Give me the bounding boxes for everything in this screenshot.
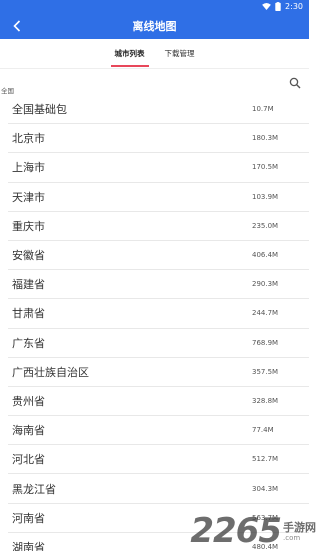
city-row[interactable]: 黑龙江省 304.3M <box>8 474 309 503</box>
city-size: 244.7M <box>252 309 278 317</box>
city-name: 河北省 <box>8 451 248 467</box>
city-name: 海南省 <box>8 422 248 438</box>
city-row[interactable]: 广东省 768.9M <box>8 329 309 358</box>
city-row[interactable]: 重庆市 235.0M <box>8 212 309 241</box>
city-row[interactable]: 安徽省 406.4M <box>8 241 309 270</box>
city-size: 290.3M <box>252 280 278 288</box>
city-row[interactable]: 湖南省480.4M <box>8 533 309 551</box>
city-size: 328.8M <box>252 397 278 405</box>
city-size: 563.7M <box>252 514 278 522</box>
city-name: 上海市 <box>8 159 248 175</box>
city-size: 10.7M <box>252 105 274 113</box>
city-name: 重庆市 <box>8 218 248 234</box>
city-list: 全国基础包 10.7M 北京市 180.3M 上海市 170.5M 天津市 103.9M 重庆市… <box>0 95 309 551</box>
city-size: 304.3M <box>252 485 278 493</box>
page-title: 离线地图 <box>0 18 309 34</box>
tab-bar: 城市列表 下载管理 <box>0 39 309 69</box>
city-row[interactable]: 全国基础包 10.7M <box>8 95 309 124</box>
city-size: 77.4M <box>252 426 274 434</box>
search-icon[interactable] <box>289 77 301 89</box>
tab-city-list[interactable]: 城市列表 <box>111 39 149 69</box>
status-time: 2:30 <box>285 2 303 11</box>
city-name: 全国基础包 <box>8 101 248 117</box>
city-row[interactable]: 上海市 170.5M <box>8 153 309 182</box>
wifi-icon <box>262 3 271 10</box>
city-row[interactable]: 甘肃省 244.7M <box>8 299 309 328</box>
title-bar: 离线地图 <box>0 13 309 39</box>
city-name: 甘肃省 <box>8 305 248 321</box>
city-row[interactable]: 河北省 512.7M <box>8 445 309 474</box>
city-size: 512.7M <box>252 455 278 463</box>
section-label: 全国 <box>1 85 14 95</box>
city-name: 贵州省 <box>8 393 248 409</box>
city-name: 广东省 <box>8 335 248 351</box>
city-row[interactable]: 福建省 290.3M <box>8 270 309 299</box>
status-bar: 2:30 <box>0 0 309 13</box>
city-row[interactable]: 天津市 103.9M <box>8 183 309 212</box>
city-name: 福建省 <box>8 276 248 292</box>
search-row: 全国 <box>0 69 309 95</box>
city-size: 103.9M <box>252 193 278 201</box>
city-row[interactable]: 北京市 180.3M <box>8 124 309 153</box>
city-name: 黑龙江省 <box>8 481 248 497</box>
city-name: 北京市 <box>8 130 248 146</box>
tab-download-manager[interactable]: 下载管理 <box>161 39 199 69</box>
city-size: 180.3M <box>252 134 278 142</box>
chevron-left-icon <box>13 20 21 32</box>
city-name: 湖南省 <box>8 539 248 551</box>
city-size: 170.5M <box>252 163 278 171</box>
city-row[interactable]: 河南省 563.7M <box>8 504 309 533</box>
city-name: 安徽省 <box>8 247 248 263</box>
city-size: 768.9M <box>252 339 278 347</box>
city-size: 406.4M <box>252 251 278 259</box>
city-name: 广西壮族自治区 <box>8 364 248 380</box>
battery-icon <box>275 2 281 11</box>
city-name: 河南省 <box>8 510 248 526</box>
city-size: 235.0M <box>252 222 278 230</box>
city-row[interactable]: 贵州省 328.8M <box>8 387 309 416</box>
city-row[interactable]: 海南省 77.4M <box>8 416 309 445</box>
city-name: 天津市 <box>8 189 248 205</box>
city-row[interactable]: 广西壮族自治区 357.5M <box>8 358 309 387</box>
back-button[interactable] <box>8 13 26 39</box>
city-size: 357.5M <box>252 368 278 376</box>
